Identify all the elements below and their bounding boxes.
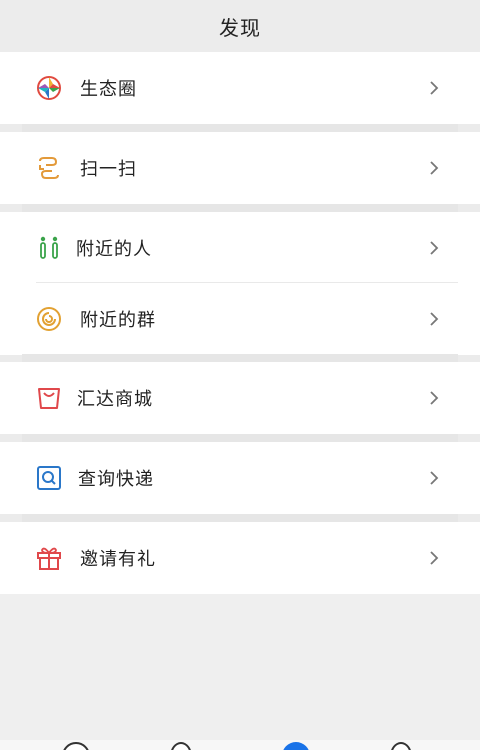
- section-gap: [22, 204, 458, 212]
- menu-item-nearby-group[interactable]: 附近的群: [0, 283, 480, 355]
- menu-item-scan[interactable]: 扫一扫: [0, 132, 480, 204]
- chevron-right-icon: [430, 81, 439, 95]
- menu-item-express-tracking[interactable]: 查询快递: [0, 442, 480, 514]
- nearby-group-icon: [37, 307, 61, 331]
- gift-icon: [37, 547, 61, 570]
- tab-messages[interactable]: [62, 742, 90, 750]
- section-gap: [22, 354, 458, 362]
- menu-item-label: 邀请有礼: [80, 549, 156, 570]
- menu-item-ecosystem[interactable]: 生态圈: [0, 52, 480, 124]
- chevron-right-icon: [430, 391, 439, 405]
- nearby-people-icon: [40, 236, 58, 259]
- chevron-right-icon: [430, 551, 439, 565]
- section-gap: [22, 124, 458, 132]
- chevron-right-icon: [430, 312, 439, 326]
- chevron-right-icon: [430, 241, 439, 255]
- chevron-right-icon: [430, 161, 439, 175]
- menu-item-mall[interactable]: 汇达商城: [0, 362, 480, 434]
- menu-item-label: 附近的人: [76, 239, 152, 260]
- bottom-tab-bar: [0, 740, 480, 750]
- search-box-icon: [37, 466, 61, 490]
- section-gap: [22, 514, 458, 522]
- page-title: 发现: [219, 15, 261, 40]
- ecosystem-icon: [37, 76, 61, 100]
- tab-me[interactable]: [390, 742, 412, 750]
- menu-item-label: 查询快递: [78, 469, 154, 490]
- menu-item-label: 生态圈: [80, 79, 137, 100]
- menu-item-nearby-people[interactable]: 附近的人: [0, 212, 480, 284]
- menu-item-label: 扫一扫: [80, 159, 137, 180]
- menu-item-label: 附近的群: [80, 310, 156, 331]
- shopping-bag-icon: [38, 388, 60, 409]
- top-bar: 发现: [0, 0, 480, 52]
- section-gap: [22, 434, 458, 442]
- menu-item-invite-gift[interactable]: 邀请有礼: [0, 522, 480, 594]
- tab-contacts[interactable]: [170, 742, 192, 750]
- scan-icon: [39, 157, 59, 179]
- chevron-right-icon: [430, 471, 439, 485]
- menu-item-label: 汇达商城: [77, 389, 153, 410]
- discover-list: 生态圈 扫一扫 附近的人 附近的群 汇达商城 查询快递 邀请有礼: [0, 52, 480, 594]
- tab-discover[interactable]: [282, 742, 310, 750]
